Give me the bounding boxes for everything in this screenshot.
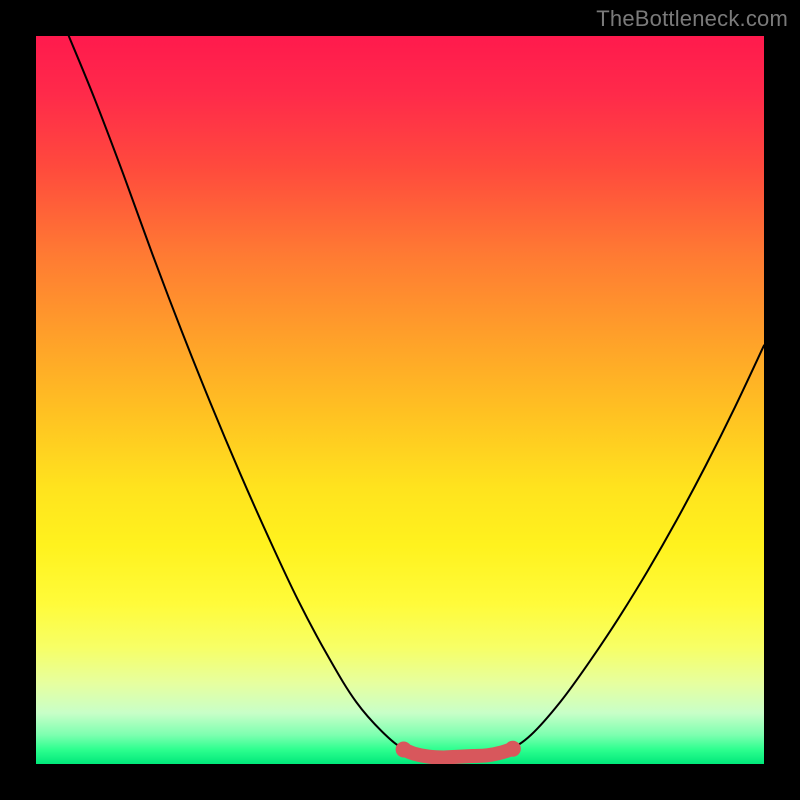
curves-svg [36, 36, 764, 764]
highlight-dot [396, 741, 412, 757]
plot-area [36, 36, 764, 764]
bottleneck-curve [69, 36, 764, 757]
attribution-text: TheBottleneck.com [596, 6, 788, 32]
bottleneck-chart: TheBottleneck.com [0, 0, 800, 800]
highlight-dot [505, 741, 521, 757]
bottom-highlight [404, 749, 513, 758]
